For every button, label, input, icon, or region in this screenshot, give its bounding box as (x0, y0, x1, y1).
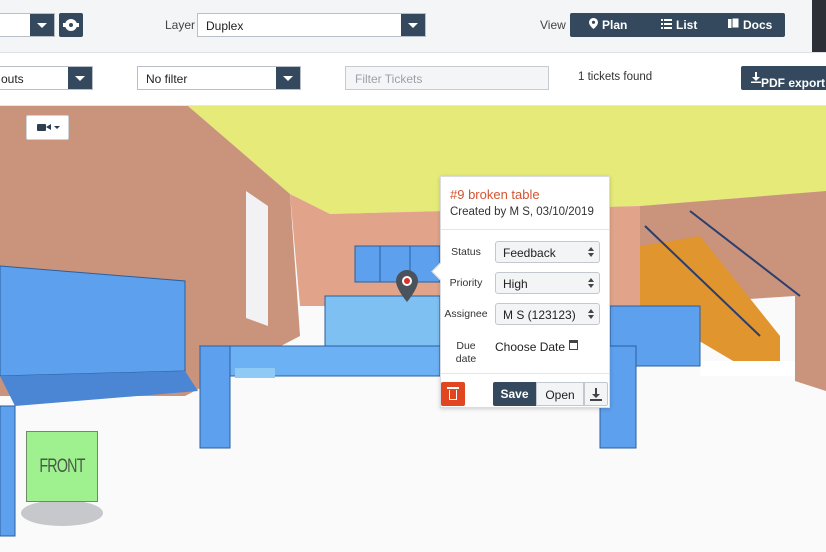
right-ceiling-strip (795, 106, 826, 181)
assignee-select[interactable]: M S (123123) (495, 303, 600, 325)
download-icon (751, 72, 761, 83)
ticket-count: 1 tickets found (578, 71, 653, 83)
assignee-label: Assignee (444, 308, 488, 320)
layer-select-caret[interactable] (401, 14, 425, 36)
select-arrows-icon (588, 309, 594, 319)
view-list-label: List (676, 18, 698, 32)
ticket-filter-value: No filter (146, 72, 188, 86)
pdf-export-button[interactable]: PDF export (741, 66, 826, 90)
divider (441, 229, 609, 230)
model-viewport[interactable] (0, 106, 826, 552)
sidebar-edge (812, 0, 826, 52)
save-label: Save (500, 387, 529, 401)
ticket-filter-select[interactable]: No filter (137, 66, 301, 90)
priority-select[interactable]: High (495, 272, 600, 294)
map-marker-icon (589, 18, 598, 29)
chevron-down-icon (408, 23, 418, 28)
filter-tickets-input[interactable]: Filter Tickets (345, 66, 549, 90)
documents-icon (728, 18, 739, 29)
filter-tickets-placeholder: Filter Tickets (355, 72, 423, 86)
divider (441, 373, 609, 374)
status-value: Feedback (503, 246, 556, 260)
trash-icon (447, 387, 459, 389)
open-button[interactable]: Open (536, 382, 584, 406)
layer-select[interactable]: Duplex (197, 13, 426, 37)
doorway (246, 191, 268, 326)
ticket-created: Created by M S, 03/10/2019 (450, 206, 594, 218)
save-button[interactable]: Save (493, 382, 536, 406)
select-arrows-icon (588, 278, 594, 288)
ticket-popup: #9 broken table Created by M S, 03/10/20… (431, 176, 610, 408)
open-label: Open (545, 388, 575, 402)
priority-value: High (503, 277, 528, 291)
camera-dropdown[interactable] (26, 115, 69, 140)
kitchen-counter (324, 295, 441, 347)
priority-label: Priority (449, 277, 483, 289)
view-label: View (540, 18, 566, 32)
project-select[interactable] (0, 13, 55, 37)
group-select-value: outs (1, 72, 24, 86)
chevron-down-icon (37, 23, 47, 28)
room-3d-scene (0, 106, 826, 552)
assignee-value: M S (123123) (503, 308, 576, 322)
due-date-label-line2: date (455, 353, 477, 365)
nav-cube[interactable]: FRONT (26, 431, 98, 502)
project-select-caret[interactable] (30, 14, 54, 36)
select-arrows-icon (588, 247, 594, 257)
view-plan-button[interactable]: Plan (589, 18, 627, 32)
download-button[interactable] (584, 382, 608, 406)
status-select[interactable]: Feedback (495, 241, 600, 263)
group-select-caret[interactable] (68, 67, 92, 89)
top-toolbar: Layer Duplex View Plan List Docs (0, 0, 826, 53)
ticket-pin-icon[interactable] (396, 270, 418, 302)
view-list-button[interactable]: List (661, 18, 697, 32)
status-label: Status (451, 246, 481, 258)
chevron-down-icon (283, 76, 293, 81)
due-date-label-line1: Due (456, 340, 476, 352)
pdf-export-label: PDF export (761, 76, 826, 90)
layer-select-value: Duplex (206, 19, 244, 33)
sofa (0, 265, 186, 377)
delete-ticket-button[interactable] (441, 382, 465, 406)
list-icon (661, 19, 672, 29)
video-camera-icon (37, 124, 46, 131)
view-docs-button[interactable]: Docs (728, 18, 772, 32)
calendar-icon[interactable] (569, 340, 578, 350)
nav-cube-shadow (21, 500, 103, 526)
group-select[interactable]: outs (0, 66, 93, 90)
settings-button[interactable] (59, 13, 83, 37)
layer-label: Layer (165, 18, 196, 32)
gear-icon (63, 19, 79, 31)
view-switcher: Plan List Docs (570, 13, 785, 37)
view-docs-label: Docs (743, 18, 773, 32)
ticket-title[interactable]: #9 broken table (450, 187, 540, 202)
due-date-picker[interactable]: Choose Date (495, 340, 565, 354)
caret-down-icon (54, 126, 60, 129)
ticket-filter-caret[interactable] (276, 67, 300, 89)
chevron-down-icon (75, 76, 85, 81)
nav-cube-face-label: FRONT (39, 456, 85, 477)
view-plan-label: Plan (602, 18, 628, 32)
